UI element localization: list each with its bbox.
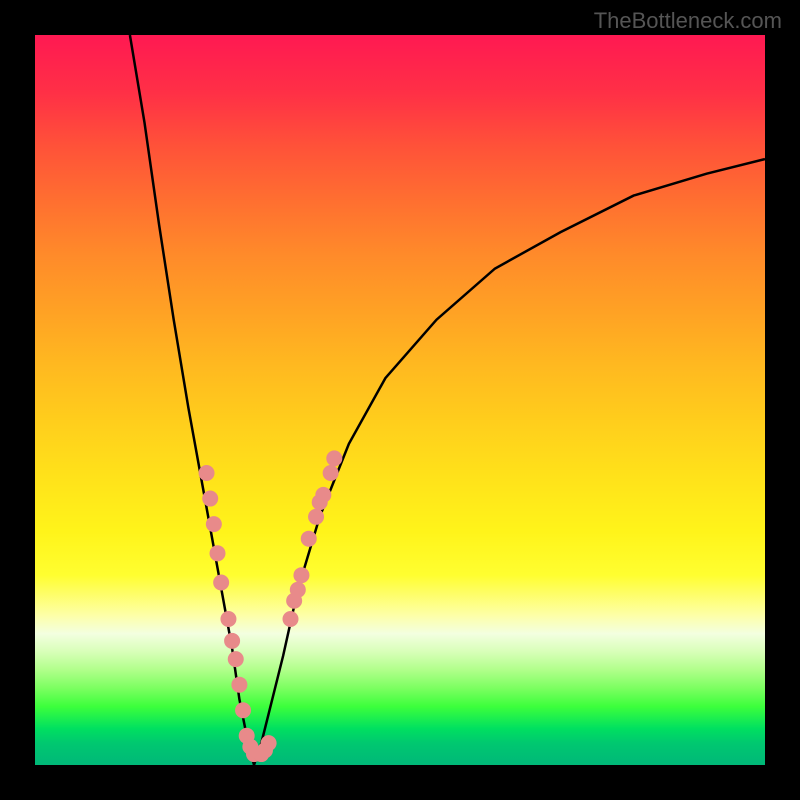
data-point xyxy=(301,531,317,547)
data-point xyxy=(283,611,299,627)
bottleneck-curve xyxy=(130,35,765,765)
data-point xyxy=(261,735,277,751)
chart-plot-area xyxy=(35,35,765,765)
chart-svg xyxy=(35,35,765,765)
data-point xyxy=(220,611,236,627)
data-point xyxy=(290,582,306,598)
data-points xyxy=(199,450,343,762)
data-point xyxy=(210,545,226,561)
data-point xyxy=(293,567,309,583)
watermark-text: TheBottleneck.com xyxy=(594,8,782,34)
data-point xyxy=(326,450,342,466)
data-point xyxy=(308,509,324,525)
data-point xyxy=(231,677,247,693)
data-point xyxy=(202,491,218,507)
data-point xyxy=(213,575,229,591)
data-point xyxy=(235,702,251,718)
data-point xyxy=(323,465,339,481)
data-point xyxy=(224,633,240,649)
data-point xyxy=(199,465,215,481)
data-point xyxy=(206,516,222,532)
data-point xyxy=(228,651,244,667)
data-point xyxy=(315,487,331,503)
